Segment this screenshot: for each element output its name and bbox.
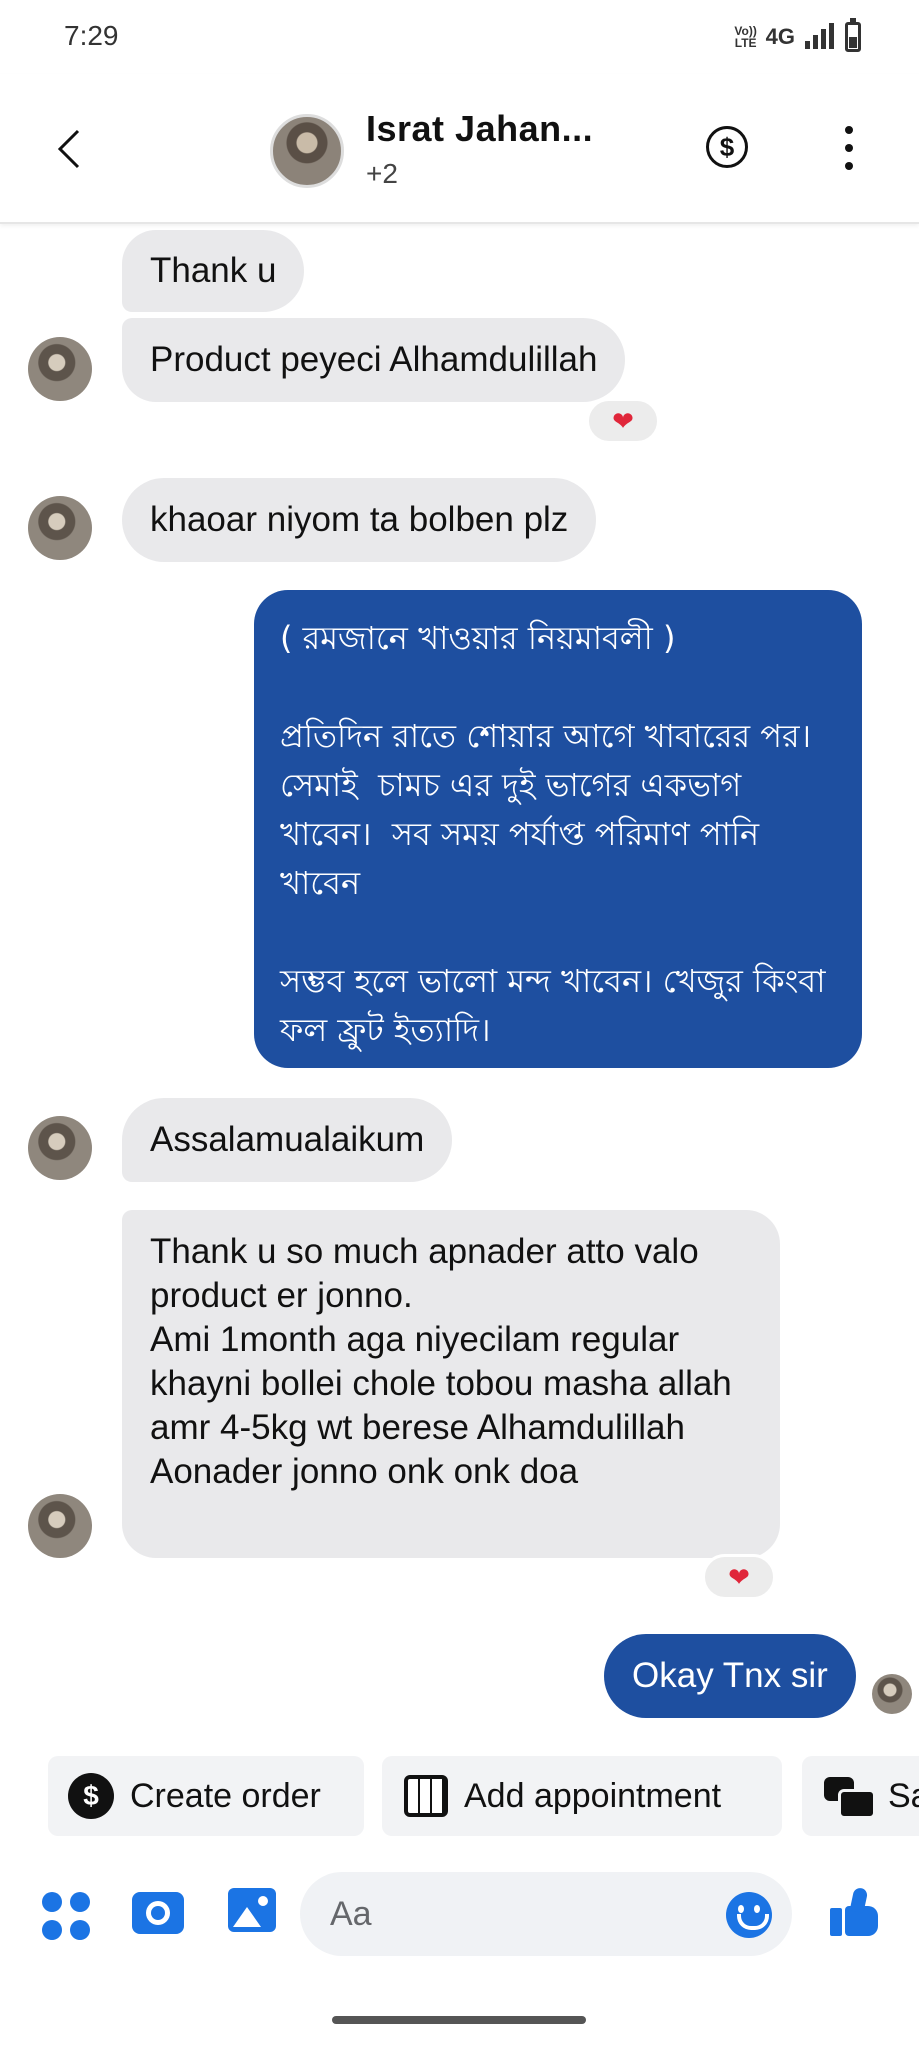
message-bubble[interactable]: Thank u (122, 230, 305, 312)
battery-icon (845, 18, 861, 52)
message-input[interactable] (300, 1872, 792, 1956)
message-bubble[interactable]: khaoar niyom ta bolben plz (122, 478, 597, 562)
emoji-icon[interactable] (726, 1892, 772, 1938)
dollar-icon[interactable]: $ (706, 126, 748, 168)
network-type: 4G (765, 24, 795, 49)
home-indicator[interactable] (332, 2016, 586, 2024)
status-bar: 7:29 Vo)) LTE 4G (0, 0, 919, 74)
message-bubble[interactable]: Product peyeci Alhamdulillah (122, 318, 626, 402)
message-bubble[interactable]: Okay Tnx sir (604, 1634, 856, 1718)
message-bubble[interactable]: Thank u so much apnader atto valo produc… (122, 1210, 780, 1558)
add-appointment-button[interactable]: Add appointment (382, 1756, 782, 1836)
contact-name[interactable]: Israt Jahan... (366, 108, 593, 150)
add-appointment-label: Add appointment (464, 1776, 722, 1815)
calendar-icon (404, 1775, 448, 1817)
sender-avatar[interactable] (28, 1116, 92, 1180)
apps-menu-icon[interactable] (42, 1892, 90, 1940)
thumbs-up-icon[interactable] (830, 1886, 880, 1938)
read-receipt-avatar (872, 1674, 912, 1714)
saved-replies-label: Sa (888, 1776, 919, 1815)
message-composer (0, 1862, 919, 1966)
status-time: 7:29 (64, 20, 119, 51)
contact-avatar[interactable] (270, 114, 344, 188)
heart-reaction-icon[interactable]: ❤ (702, 1554, 776, 1600)
sender-avatar[interactable] (28, 496, 92, 560)
chat-bubbles-icon (824, 1777, 876, 1819)
quick-actions-bar: $ Create order Add appointment Sa (0, 1756, 919, 1840)
status-icons: Vo)) LTE 4G (734, 18, 861, 52)
sender-avatar[interactable] (28, 1494, 92, 1558)
dollar-circle-icon: $ (68, 1773, 114, 1819)
create-order-label: Create order (130, 1776, 321, 1815)
saved-replies-button[interactable]: Sa (802, 1756, 919, 1836)
volte-icon: Vo)) LTE (734, 24, 757, 50)
sender-avatar[interactable] (28, 337, 92, 401)
signal-icon (805, 23, 834, 49)
camera-icon[interactable] (132, 1892, 184, 1934)
message-bubble[interactable]: ( রমজানে খাওয়ার নিয়মাবলী ) প্রতিদিন রা… (254, 590, 862, 1068)
message-bubble[interactable]: Assalamualaikum (122, 1098, 453, 1182)
heart-reaction-icon[interactable]: ❤ (586, 398, 660, 444)
participant-count: +2 (366, 158, 398, 189)
conversation-header: Israt Jahan... +2 $ (0, 74, 919, 224)
create-order-button[interactable]: $ Create order (48, 1756, 364, 1836)
gallery-icon[interactable] (228, 1888, 276, 1932)
back-chevron-icon[interactable] (50, 119, 90, 179)
more-options-icon[interactable] (834, 126, 864, 170)
